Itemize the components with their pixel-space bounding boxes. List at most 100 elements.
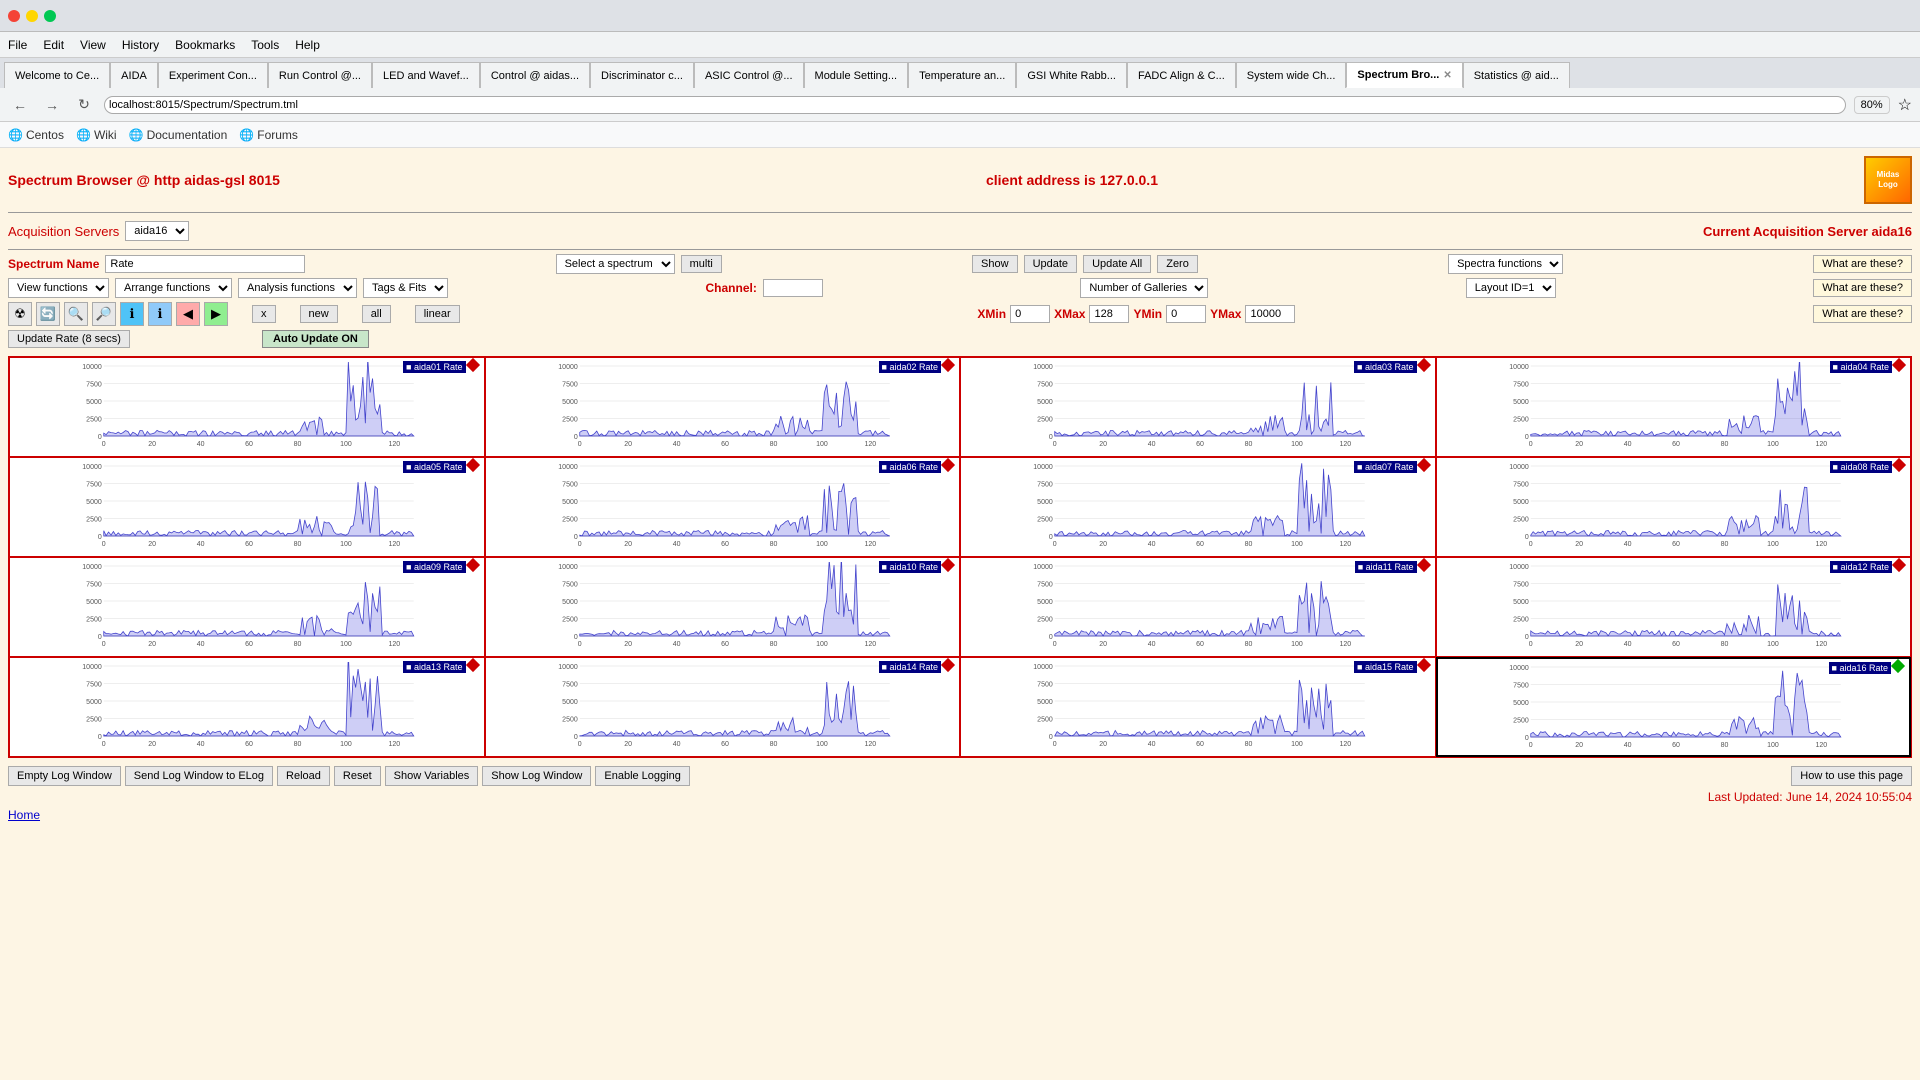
view-functions-select[interactable]: View functions — [8, 278, 109, 298]
xmin-input[interactable]: 0 — [1010, 305, 1050, 323]
gallery-cell-aida08[interactable]: ■ aida08 Rate025005000750010000020406080… — [1436, 457, 1912, 557]
svg-text:120: 120 — [389, 741, 401, 748]
zoom-out-icon-btn[interactable]: 🔎 — [92, 302, 116, 326]
tab-close-icon[interactable]: ✕ — [1443, 70, 1451, 81]
gallery-cell-aida11[interactable]: ■ aida11 Rate025005000750010000020406080… — [960, 557, 1436, 657]
tab-syswide[interactable]: System wide Ch... — [1236, 62, 1347, 88]
info-icon-btn[interactable]: ℹ — [120, 302, 144, 326]
gallery-cell-aida16[interactable]: ■ aida16 Rate025005000750010000020406080… — [1436, 657, 1912, 757]
tab-led[interactable]: LED and Wavef... — [372, 62, 480, 88]
bookmark-forums[interactable]: 🌐 Forums — [239, 128, 298, 142]
menu-edit[interactable]: Edit — [43, 38, 64, 52]
show-btn[interactable]: Show — [972, 255, 1018, 273]
number-galleries-select[interactable]: Number of Galleries — [1080, 278, 1208, 298]
tab-runcontrol[interactable]: Run Control @... — [268, 62, 372, 88]
tab-welcome[interactable]: Welcome to Ce... — [4, 62, 110, 88]
tab-fadc[interactable]: FADC Align & C... — [1127, 62, 1236, 88]
enable-logging-btn[interactable]: Enable Logging — [595, 766, 689, 786]
gallery-cell-aida06[interactable]: ■ aida06 Rate025005000750010000020406080… — [485, 457, 961, 557]
menu-history[interactable]: History — [122, 38, 159, 52]
x-btn[interactable]: x — [252, 305, 276, 323]
auto-update-btn[interactable]: Auto Update ON — [262, 330, 369, 348]
what-these-1-btn[interactable]: What are these? — [1813, 255, 1912, 273]
maximize-btn[interactable] — [44, 10, 56, 22]
select-spectrum-dropdown[interactable]: Select a spectrum — [556, 254, 675, 274]
url-input[interactable]: localhost:8015/Spectrum/Spectrum.tml — [104, 96, 1846, 114]
prev-icon-btn[interactable]: ◀ — [176, 302, 200, 326]
what-these-3-btn[interactable]: What are these? — [1813, 305, 1912, 323]
tab-gsi[interactable]: GSI White Rabb... — [1016, 62, 1127, 88]
arrange-functions-select[interactable]: Arrange functions — [115, 278, 232, 298]
ymax-input[interactable]: 10000 — [1245, 305, 1295, 323]
home-link[interactable]: Home — [8, 808, 1912, 822]
gallery-cell-aida04[interactable]: ■ aida04 Rate025005000750010000020406080… — [1436, 357, 1912, 457]
spectrum-name-input[interactable]: Rate — [105, 255, 305, 273]
reload-page-btn[interactable]: Reload — [277, 766, 330, 786]
update-rate-btn[interactable]: Update Rate (8 secs) — [8, 330, 130, 348]
gallery-cell-aida05[interactable]: ■ aida05 Rate025005000750010000020406080… — [9, 457, 485, 557]
refresh-icon-btn[interactable]: 🔄 — [36, 302, 60, 326]
gallery-cell-aida10[interactable]: ■ aida10 Rate025005000750010000020406080… — [485, 557, 961, 657]
xmax-input[interactable]: 128 — [1089, 305, 1129, 323]
info2-icon-btn[interactable]: ℹ — [148, 302, 172, 326]
tab-spectrum[interactable]: Spectrum Bro... ✕ — [1346, 62, 1462, 88]
bookmark-star-icon[interactable]: ☆ — [1898, 95, 1912, 115]
ymin-input[interactable]: 0 — [1166, 305, 1206, 323]
tab-stats[interactable]: Statistics @ aid... — [1463, 62, 1570, 88]
close-btn[interactable] — [8, 10, 20, 22]
analysis-functions-select[interactable]: Analysis functions — [238, 278, 357, 298]
tab-asic[interactable]: ASIC Control @... — [694, 62, 804, 88]
bookmark-docs[interactable]: 🌐 Documentation — [129, 128, 228, 142]
zero-btn[interactable]: Zero — [1157, 255, 1198, 273]
reload-nav-btn[interactable]: ↻ — [72, 93, 96, 117]
menu-bookmarks[interactable]: Bookmarks — [175, 38, 235, 52]
empty-log-btn[interactable]: Empty Log Window — [8, 766, 121, 786]
gallery-cell-aida12[interactable]: ■ aida12 Rate025005000750010000020406080… — [1436, 557, 1912, 657]
gallery-cell-aida02[interactable]: ■ aida02 Rate025005000750010000020406080… — [485, 357, 961, 457]
gallery-cell-aida07[interactable]: ■ aida07 Rate025005000750010000020406080… — [960, 457, 1436, 557]
gallery-cell-aida14[interactable]: ■ aida14 Rate025005000750010000020406080… — [485, 657, 961, 757]
gallery-cell-aida03[interactable]: ■ aida03 Rate025005000750010000020406080… — [960, 357, 1436, 457]
zoom-in-icon-btn[interactable]: 🔍 — [64, 302, 88, 326]
layout-id-select[interactable]: Layout ID=1 — [1466, 278, 1556, 298]
bookmark-centos[interactable]: 🌐 Centos — [8, 128, 64, 142]
svg-text:5000: 5000 — [1513, 700, 1529, 707]
tab-module[interactable]: Module Setting... — [804, 62, 909, 88]
show-log-btn[interactable]: Show Log Window — [482, 766, 591, 786]
gallery-cell-aida01[interactable]: ■ aida01 Rate025005000750010000020406080… — [9, 357, 485, 457]
gallery-cell-aida15[interactable]: ■ aida15 Rate025005000750010000020406080… — [960, 657, 1436, 757]
channel-input[interactable] — [763, 279, 823, 297]
menu-help[interactable]: Help — [295, 38, 320, 52]
svg-text:0: 0 — [573, 434, 577, 441]
what-these-2-btn[interactable]: What are these? — [1813, 279, 1912, 297]
gallery-cell-aida13[interactable]: ■ aida13 Rate025005000750010000020406080… — [9, 657, 485, 757]
tags-fits-select[interactable]: Tags & Fits — [363, 278, 448, 298]
gallery-cell-aida09[interactable]: ■ aida09 Rate025005000750010000020406080… — [9, 557, 485, 657]
bookmark-wiki[interactable]: 🌐 Wiki — [76, 128, 117, 142]
tab-temp[interactable]: Temperature an... — [908, 62, 1016, 88]
linear-btn[interactable]: linear — [415, 305, 460, 323]
tab-control[interactable]: Control @ aidas... — [480, 62, 590, 88]
forward-btn[interactable]: → — [40, 93, 64, 117]
update-all-btn[interactable]: Update All — [1083, 255, 1151, 273]
send-log-btn[interactable]: Send Log Window to ELog — [125, 766, 273, 786]
tab-experiment[interactable]: Experiment Con... — [158, 62, 268, 88]
menu-file[interactable]: File — [8, 38, 27, 52]
next-icon-btn[interactable]: ▶ — [204, 302, 228, 326]
all-btn[interactable]: all — [362, 305, 391, 323]
tab-discrim[interactable]: Discriminator c... — [590, 62, 694, 88]
new-btn[interactable]: new — [300, 305, 338, 323]
how-to-use-btn[interactable]: How to use this page — [1791, 766, 1912, 786]
back-btn[interactable]: ← — [8, 93, 32, 117]
acq-server-select[interactable]: aida16 — [125, 221, 189, 241]
tab-aida[interactable]: AIDA — [110, 62, 158, 88]
menu-view[interactable]: View — [80, 38, 106, 52]
show-variables-btn[interactable]: Show Variables — [385, 766, 479, 786]
minimize-btn[interactable] — [26, 10, 38, 22]
spectra-functions-select[interactable]: Spectra functions — [1448, 254, 1563, 274]
multi-btn[interactable]: multi — [681, 255, 722, 273]
reset-btn[interactable]: Reset — [334, 766, 381, 786]
update-btn[interactable]: Update — [1024, 255, 1077, 273]
menu-tools[interactable]: Tools — [251, 38, 279, 52]
radiation-icon-btn[interactable]: ☢ — [8, 302, 32, 326]
